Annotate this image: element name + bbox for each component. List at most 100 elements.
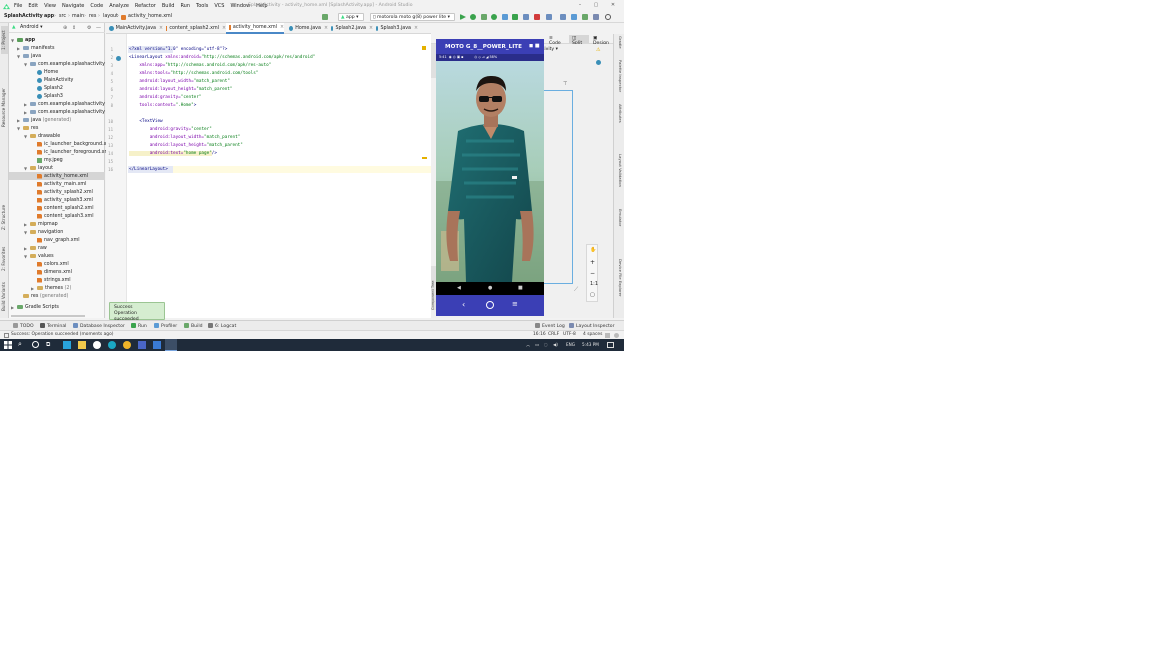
- pan-icon[interactable]: ✋: [590, 247, 596, 253]
- language-indicator[interactable]: ENG: [566, 342, 575, 347]
- info-icon[interactable]: [596, 60, 601, 65]
- tree-item-package[interactable]: ▼ com.example.splashactivity: [24, 60, 105, 68]
- project-view-selector[interactable]: Android ▾: [20, 25, 42, 30]
- device-dropdown[interactable]: ▯ motorola moto g(8) power lite ▾: [370, 13, 455, 21]
- run-tool-button[interactable]: Run: [131, 323, 147, 329]
- tree-item-mainactivity[interactable]: MainActivity: [37, 76, 73, 84]
- resize-handle-icon[interactable]: ⟋: [574, 286, 578, 294]
- tree-item-res-generated[interactable]: res (generated): [17, 292, 68, 300]
- warning-icon[interactable]: ⚠: [596, 47, 600, 53]
- success-notification[interactable]: Success Operation succeeded: [109, 302, 165, 322]
- lock-icon[interactable]: [605, 333, 610, 338]
- tree-item-java-generated[interactable]: ▶ java (generated): [17, 116, 71, 124]
- circle-home-icon[interactable]: [486, 301, 494, 309]
- stop-icon[interactable]: [534, 14, 540, 20]
- search-icon[interactable]: [605, 14, 611, 20]
- tree-item-drawable[interactable]: ▼ drawable: [24, 132, 60, 140]
- minimize-button[interactable]: –: [575, 2, 585, 8]
- run-icon[interactable]: [460, 14, 466, 20]
- breadcrumb-module[interactable]: app: [44, 14, 54, 19]
- favorites-tab[interactable]: 2: Favorites: [1, 243, 8, 275]
- notifications-icon[interactable]: [607, 342, 614, 348]
- tray-chevron-icon[interactable]: ︿: [526, 342, 530, 348]
- logcat-tool-button[interactable]: 6: Logcat: [208, 323, 236, 329]
- fit-screen-icon[interactable]: ▢: [590, 292, 595, 298]
- terminal-tool-button[interactable]: Terminal: [40, 323, 66, 329]
- home-icon[interactable]: ●: [488, 285, 492, 291]
- menu-navigate[interactable]: Navigate: [62, 3, 84, 9]
- cortana-icon[interactable]: [32, 341, 39, 348]
- menu-refactor[interactable]: Refactor: [135, 3, 156, 9]
- avd-manager-icon[interactable]: [571, 14, 577, 20]
- menu-code[interactable]: Code: [90, 3, 103, 9]
- attributes-tab[interactable]: Attributes: [616, 104, 623, 134]
- zoom-in-icon[interactable]: +: [590, 259, 595, 266]
- menu-tools[interactable]: Tools: [196, 3, 208, 9]
- apply-changes-icon[interactable]: [470, 14, 476, 20]
- sync-gradle-icon[interactable]: [560, 14, 566, 20]
- debug-icon[interactable]: [491, 14, 497, 20]
- layout-validation-tab[interactable]: Layout Validation: [616, 154, 623, 194]
- tab-splash3-java[interactable]: Splash3.java ×: [373, 23, 418, 34]
- tree-item-navigation[interactable]: ▼ navigation: [24, 228, 63, 236]
- emulator-tab[interactable]: Emulator: [616, 209, 623, 239]
- close-button[interactable]: ✕: [608, 2, 618, 8]
- scroll-marker[interactable]: [422, 157, 427, 159]
- tree-item-layout[interactable]: ▼ layout: [24, 164, 53, 172]
- breadcrumb-src[interactable]: src: [59, 14, 66, 19]
- inspection-icon[interactable]: [614, 333, 619, 338]
- run-config-dropdown[interactable]: ▲ app ▾: [338, 13, 364, 21]
- tree-item-splash2[interactable]: Splash2: [37, 84, 63, 92]
- layout-gutter-icon[interactable]: [116, 56, 121, 61]
- profile-icon[interactable]: [502, 14, 508, 20]
- menu-run[interactable]: Run: [180, 3, 190, 9]
- layout-inspector-icon[interactable]: [593, 14, 599, 20]
- edge-icon[interactable]: [108, 341, 116, 349]
- tree-item-activity-splash2[interactable]: activity_splash2.xml: [37, 188, 93, 196]
- sdk-manager-icon[interactable]: [582, 14, 588, 20]
- tree-item-package-android-test[interactable]: ▶com.example.splashactivity (a: [24, 100, 111, 108]
- tree-item-manifests[interactable]: ▶ manifests: [17, 44, 55, 52]
- tree-item-content-splash3[interactable]: content_splash3.xml: [37, 212, 94, 220]
- app-icon-1[interactable]: [63, 341, 71, 349]
- windows-start-icon[interactable]: [4, 341, 12, 349]
- menu-view[interactable]: View: [44, 3, 56, 9]
- expand-icon[interactable]: ⇕: [72, 25, 76, 31]
- resource-manager-tab[interactable]: Resource Manager: [1, 83, 8, 133]
- layout-inspector-tool-button[interactable]: Layout Inspector: [569, 323, 615, 329]
- tree-item-gradle-scripts[interactable]: ▶ Gradle Scripts: [11, 303, 59, 311]
- tree-item-strings[interactable]: strings.xml: [37, 276, 71, 284]
- tree-item-raw[interactable]: ▶ raw: [24, 244, 47, 252]
- gear-icon[interactable]: ⚙: [87, 25, 91, 31]
- battery-icon[interactable]: ▭: [535, 342, 539, 347]
- tree-item-home[interactable]: Home: [37, 68, 58, 76]
- maximize-button[interactable]: ▢: [591, 2, 601, 8]
- cursor-position[interactable]: 16:16: [533, 332, 546, 337]
- split-view-button[interactable]: ◫ Split: [569, 35, 589, 46]
- tree-item-activity-home[interactable]: activity_home.xml: [9, 172, 105, 180]
- tab-mainactivity-java[interactable]: MainActivity.java ×: [106, 23, 163, 34]
- tree-item-activity-splash3[interactable]: activity_splash3.xml: [37, 196, 93, 204]
- attach-process-icon[interactable]: [546, 14, 552, 20]
- tree-item-java[interactable]: ▼ java: [17, 52, 41, 60]
- file-encoding[interactable]: UTF-8: [563, 332, 576, 337]
- tab-content-splash2-xml[interactable]: content_splash2.xml ×: [163, 23, 226, 34]
- menu-vcs[interactable]: VCS: [214, 3, 224, 9]
- app-icon-4[interactable]: [153, 341, 161, 349]
- structure-tab[interactable]: Z: Structure: [1, 203, 8, 231]
- tree-item-values[interactable]: ▼ values: [24, 252, 54, 260]
- design-view-button[interactable]: ▣ Design: [590, 35, 613, 46]
- chrome-icon[interactable]: [123, 341, 131, 349]
- indent-setting[interactable]: 4 spaces: [583, 332, 602, 337]
- palette-inspector-tab[interactable]: Palette Inspector: [616, 60, 623, 96]
- build-variants-tab[interactable]: Build Variants: [1, 281, 8, 313]
- tree-item-dimens[interactable]: dimens.xml: [37, 268, 72, 276]
- app-icon-2[interactable]: [93, 341, 101, 349]
- task-view-icon[interactable]: ⧉: [46, 341, 54, 349]
- status-layout-icon[interactable]: [4, 333, 9, 338]
- recents-icon[interactable]: ■: [518, 285, 523, 291]
- tree-item-splash3[interactable]: Splash3: [37, 92, 63, 100]
- project-tab[interactable]: 1: Project: [1, 26, 8, 54]
- hammer-icon[interactable]: [322, 14, 328, 20]
- build-tool-button[interactable]: Build: [184, 323, 203, 329]
